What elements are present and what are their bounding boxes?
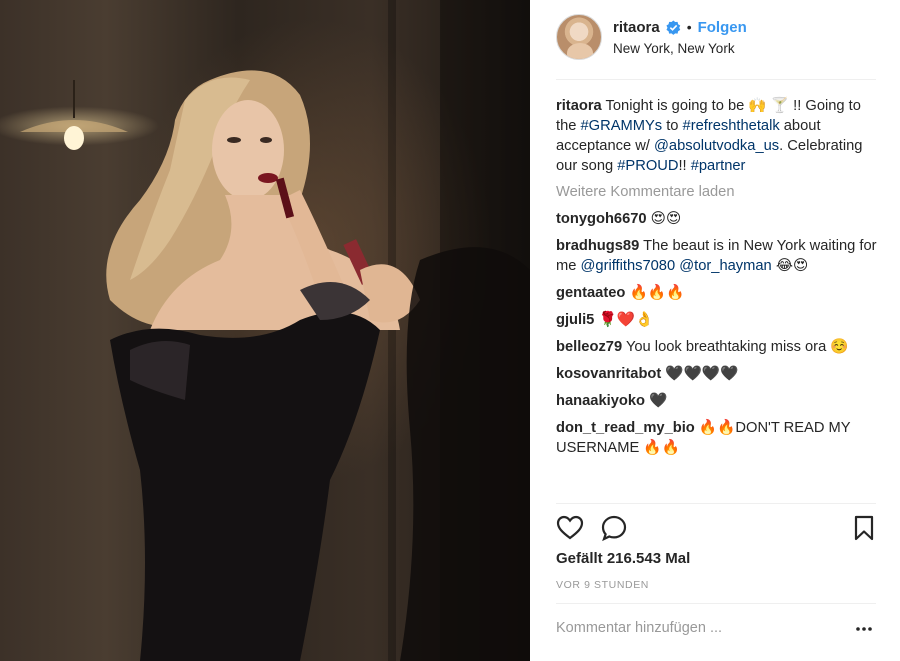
comment-bubble-icon[interactable]: [600, 514, 628, 542]
comment-username[interactable]: tonygoh6670: [556, 211, 647, 227]
add-comment-input[interactable]: Kommentar hinzufügen ...: [556, 620, 722, 636]
more-options-icon[interactable]: [856, 625, 872, 633]
comment-username[interactable]: bradhugs89: [556, 238, 639, 254]
hashtag-link[interactable]: #PROUD: [617, 158, 678, 174]
caption-text: !!: [678, 158, 691, 174]
comment-item: hanaakiyoko 🖤: [556, 391, 878, 411]
verified-badge-icon: [666, 19, 680, 35]
follow-button[interactable]: Folgen: [698, 19, 747, 36]
comment-text: 😍😍: [646, 211, 682, 227]
comment-username[interactable]: gentaateo: [556, 285, 625, 301]
comment-text: You look breathtaking miss ora ☺️: [622, 339, 849, 355]
comment-item: kosovanritabot 🖤🖤🖤🖤: [556, 364, 878, 384]
photo-illustration: [20, 0, 530, 661]
hashtag-link[interactable]: #GRAMMYs: [581, 118, 663, 134]
comment-item: gentaateo 🔥🔥🔥: [556, 283, 878, 303]
comment-text: 🖤🖤🖤🖤: [661, 366, 739, 382]
caption: ritaora Tonight is going to be 🙌 🍸 !! Go…: [556, 96, 878, 176]
mention-link[interactable]: @griffiths7080: [580, 258, 675, 274]
mention-link[interactable]: @absolutvodka_us: [654, 138, 779, 154]
comment-item: bradhugs89 The beaut is in New York wait…: [556, 236, 878, 276]
user-line: ritaora • Folgen: [613, 17, 747, 37]
load-more-comments[interactable]: Weitere Kommentare laden: [556, 182, 878, 202]
comment-item: tonygoh6670 😍😍: [556, 209, 878, 229]
comment-divider: [556, 603, 876, 604]
comment-username[interactable]: don_t_read_my_bio: [556, 420, 695, 436]
comment-item: belleoz79 You look breathtaking miss ora…: [556, 337, 878, 357]
header-username[interactable]: ritaora: [613, 19, 660, 36]
comment-username[interactable]: hanaakiyoko: [556, 393, 645, 409]
comment-username[interactable]: gjuli5: [556, 312, 594, 328]
comment-username[interactable]: kosovanritabot: [556, 366, 661, 382]
comment-username[interactable]: belleoz79: [556, 339, 622, 355]
comments-list: ritaora Tonight is going to be 🙌 🍸 !! Go…: [556, 96, 878, 465]
post-header: ritaora • Folgen New York, New York: [530, 0, 900, 78]
heart-icon[interactable]: [556, 514, 584, 542]
post-timestamp[interactable]: VOR 9 STUNDEN: [556, 579, 649, 591]
action-bar: [554, 514, 878, 544]
caption-username[interactable]: ritaora: [556, 98, 602, 114]
post-sidebar: ritaora • Folgen New York, New York rita…: [530, 0, 900, 661]
mention-link[interactable]: @tor_hayman: [679, 258, 771, 274]
bookmark-icon[interactable]: [850, 514, 878, 542]
comment-text: 😂😍: [771, 258, 809, 274]
hashtag-link[interactable]: #refreshthetalk: [683, 118, 780, 134]
comment-text: 🖤: [644, 393, 668, 409]
comment-text: 🔥🔥🔥: [625, 285, 685, 301]
comment-item: don_t_read_my_bio 🔥🔥DON'T READ MY USERNA…: [556, 418, 878, 458]
location-link[interactable]: New York, New York: [613, 41, 735, 56]
likes-count[interactable]: Gefällt 216.543 Mal: [556, 550, 690, 567]
caption-text: to: [662, 118, 683, 134]
actions-divider: [556, 503, 876, 504]
post-photo[interactable]: [0, 0, 530, 661]
hashtag-link[interactable]: #partner: [691, 158, 746, 174]
comment-item: gjuli5 🌹❤️👌: [556, 310, 878, 330]
header-divider: [556, 79, 876, 80]
avatar[interactable]: [556, 14, 602, 60]
comment-text: 🌹❤️👌: [594, 312, 654, 328]
separator-dot: •: [686, 19, 692, 35]
